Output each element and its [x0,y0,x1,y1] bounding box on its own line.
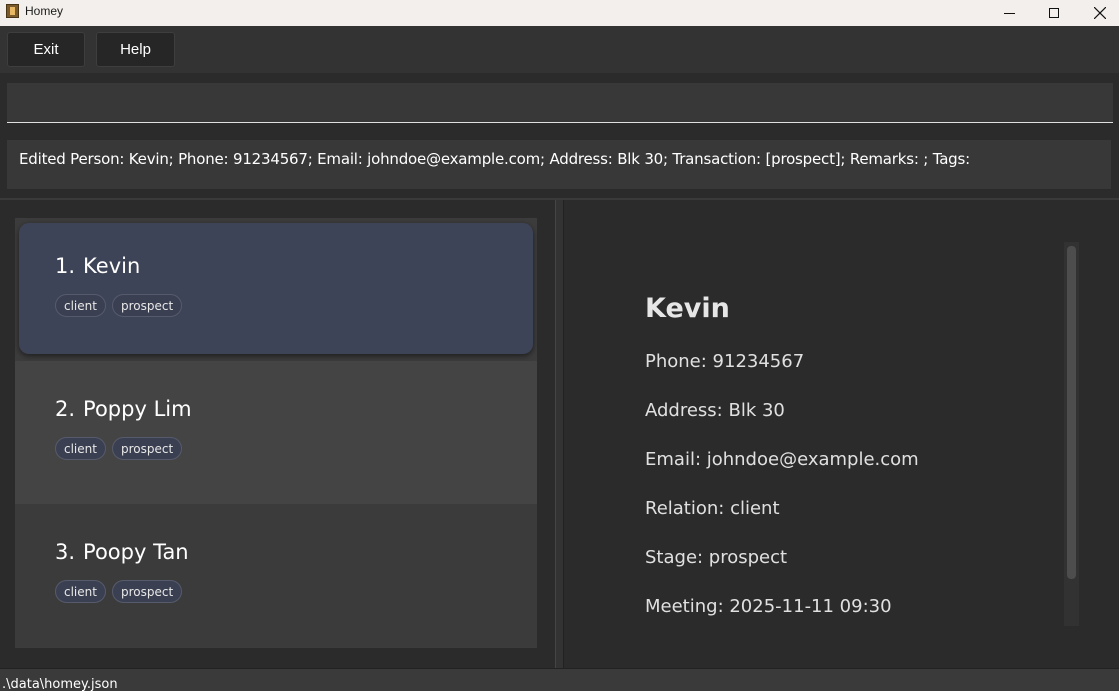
person-card[interactable]: 2. Poppy Lim client prospect [15,361,537,504]
detail-phone: Phone: 91234567 [645,351,805,372]
save-location: .\data\homey.json [2,677,118,691]
command-input[interactable] [7,83,1113,123]
detail-address: Address: Blk 30 [645,400,785,421]
command-area [0,73,1119,135]
tag-list: client prospect [55,294,183,317]
window-title: Homey [25,4,64,18]
person-card[interactable]: 1. Kevin client prospect [15,218,537,361]
tag-badge: client [55,437,106,460]
split-divider[interactable] [555,200,564,670]
detail-scrollbar[interactable] [1064,242,1079,626]
selected-card-highlight [19,223,533,354]
minimize-icon [1003,12,1015,14]
tag-list: client prospect [55,580,183,603]
tag-list: client prospect [55,437,183,460]
detail-relation: Relation: client [645,498,780,519]
tag-badge: prospect [111,294,183,317]
tag-badge: client [55,294,106,317]
person-name: 2. Poppy Lim [55,397,192,421]
maximize-button[interactable] [1031,0,1077,26]
person-name: 1. Kevin [55,254,141,278]
detail-name: Kevin [645,293,730,324]
close-icon [1094,7,1106,19]
person-list[interactable]: 1. Kevin client prospect 2. Poppy Lim clie… [15,218,537,648]
help-button[interactable]: Help [96,32,175,67]
maximize-icon [1049,8,1059,18]
result-text: Edited Person: Kevin; Phone: 91234567; E… [19,150,970,168]
status-bar: .\data\homey.json [0,668,1119,691]
detail-email: Email: johndoe@example.com [645,449,919,470]
person-card[interactable]: 3. Poopy Tan client prospect [15,504,537,647]
homey-app-icon [6,4,19,18]
menu-bar: Exit Help [0,26,1119,73]
detail-meeting: Meeting: 2025-11-11 09:30 [645,596,892,617]
result-display: Edited Person: Kevin; Phone: 91234567; E… [7,140,1111,190]
tag-badge: client [55,580,106,603]
detail-stage: Stage: prospect [645,547,788,568]
person-name: 3. Poopy Tan [55,540,189,564]
close-button[interactable] [1077,0,1119,26]
minimize-button[interactable] [986,0,1032,26]
tag-badge: prospect [111,580,183,603]
title-bar: Homey [0,0,1119,26]
exit-button[interactable]: Exit [7,32,85,67]
scrollbar-thumb[interactable] [1067,246,1076,579]
split-pane: 1. Kevin client prospect 2. Poppy Lim clie… [0,198,1119,670]
tag-badge: prospect [111,437,183,460]
